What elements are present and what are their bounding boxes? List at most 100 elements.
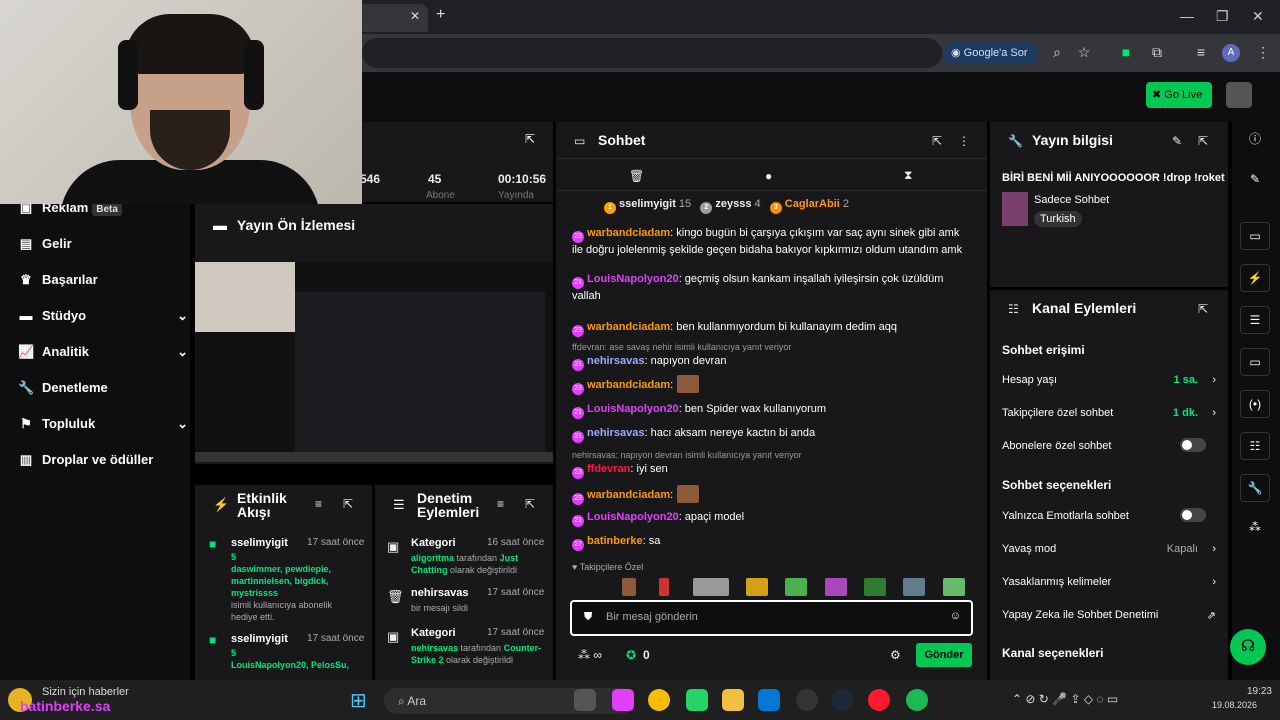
maximize-icon[interactable]: ❐ (1216, 8, 1229, 25)
edit-icon[interactable]: ✎ (1172, 134, 1182, 148)
nav-studyo[interactable]: ▬ Stüdyo ⌄ (18, 308, 189, 328)
close-tab-icon[interactable]: ✕ (410, 9, 420, 23)
pen-icon[interactable]: ✎ (1240, 166, 1270, 194)
stream-preview-image[interactable] (195, 262, 553, 462)
extension-icon[interactable]: ■ (1117, 44, 1135, 60)
popout-icon[interactable]: ⇱ (343, 497, 353, 511)
chat-username[interactable]: nehirsavas (587, 427, 644, 439)
opera-icon[interactable] (868, 689, 890, 711)
popout-icon[interactable]: ⇱ (525, 497, 535, 511)
profile-avatar[interactable]: A (1222, 44, 1240, 62)
address-field[interactable] (362, 38, 942, 68)
info-icon[interactable]: ⓘ (1240, 126, 1270, 154)
row-account-age[interactable]: Hesap yaşı 1 sa. › (1002, 374, 1216, 386)
nav-topluluk[interactable]: ⚑ Topluluk ⌄ (18, 416, 188, 436)
bookmark-star-icon[interactable]: ☆ (1075, 44, 1093, 61)
chat-menu-icon[interactable]: ⋮ (958, 134, 970, 148)
activity-user[interactable]: sselimyigit (231, 537, 288, 549)
chat-username[interactable]: warbandciadam (587, 379, 670, 391)
emote[interactable] (824, 578, 847, 596)
copilot-icon[interactable] (612, 689, 634, 711)
zoom-icon[interactable]: ⌕ (1048, 44, 1066, 61)
minimize-icon[interactable]: — (1180, 8, 1194, 24)
news-widget[interactable]: Sizin için haberler (42, 686, 129, 698)
chat-username[interactable]: LouisNapolyon20 (587, 273, 679, 285)
taskbar-search[interactable]: ⌕ Ara (384, 688, 634, 714)
nav-analitik[interactable]: 📈 Analitik ⌄ (18, 344, 188, 364)
top-chatter-name[interactable]: zeysss (715, 198, 751, 210)
chat-username[interactable]: nehirsavas (587, 355, 644, 367)
file-explorer-icon[interactable] (722, 689, 744, 711)
row-followers-only[interactable]: Takipçilere özel sohbet 1 dk. › (1002, 407, 1216, 419)
hourglass-icon[interactable]: ⧗ (904, 168, 912, 183)
extensions-puzzle-icon[interactable]: ⧉ (1148, 44, 1166, 61)
browser-menu-icon[interactable]: ⋮ (1254, 44, 1272, 61)
row-slow-mode[interactable]: Yavaş mod Kapalı › (1002, 543, 1216, 555)
chat-username[interactable]: warbandciadam (587, 321, 670, 333)
system-tray[interactable]: ⌃ ⊘ ↻ 🎤 ⇪ ◇ ◌ ▭ (1012, 692, 1202, 706)
row-banned-words[interactable]: Yasaklanmış kelimeler › (1002, 576, 1216, 588)
emote[interactable] (785, 578, 808, 596)
popout-icon[interactable]: ⇱ (1198, 134, 1208, 148)
close-window-icon[interactable]: ✕ (1252, 8, 1264, 25)
filter-icon[interactable]: ≡ (315, 497, 322, 511)
emoji-icon[interactable]: ☺ (950, 610, 961, 622)
chat-username[interactable]: ffdevran (587, 463, 630, 475)
spotify-icon[interactable] (906, 689, 928, 711)
subscribers-only-toggle[interactable] (1180, 438, 1206, 452)
filter-icon[interactable]: ≡ (497, 497, 504, 511)
google-ask-button[interactable]: ◉ Google'a Sor (943, 42, 1039, 64)
support-headset-icon[interactable]: ☊ (1230, 629, 1266, 665)
chat-username[interactable]: warbandciadam (587, 227, 670, 239)
top-chatter-name[interactable]: CaglarAbii (785, 198, 840, 210)
emote[interactable] (622, 578, 636, 596)
popout-icon[interactable]: ⇱ (525, 132, 535, 146)
community-icon[interactable]: ⁂ (1240, 514, 1270, 542)
emote[interactable] (864, 578, 887, 596)
activity-user[interactable]: sselimyigit (231, 633, 288, 645)
chat-username[interactable]: LouisNapolyon20 (587, 511, 679, 523)
chat-username[interactable]: LouisNapolyon20 (587, 403, 679, 415)
user-avatar[interactable] (1226, 82, 1252, 108)
nav-basarilar[interactable]: ♛ Başarılar (18, 272, 97, 292)
nav-denetleme[interactable]: 🔧 Denetleme (18, 380, 108, 400)
windows-start-icon[interactable]: ⊞ (350, 688, 367, 713)
emote[interactable] (746, 578, 769, 596)
send-button[interactable]: Gönder (916, 643, 972, 667)
emote[interactable] (659, 578, 670, 596)
bolt-icon[interactable]: ⚡ (1240, 264, 1270, 292)
whatsapp-icon[interactable] (686, 689, 708, 711)
emote[interactable] (903, 578, 926, 596)
nav-gelir[interactable]: ▤ Gelir (18, 236, 72, 256)
preview-icon[interactable]: ▭ (1240, 222, 1270, 250)
store-icon[interactable] (758, 689, 780, 711)
emote-only-toggle[interactable] (1180, 508, 1206, 522)
actions-icon[interactable]: ☷ (1240, 432, 1270, 460)
row-ai-moderation[interactable]: Yapay Zeka ile Sohbet Denetimi ⇗ (1002, 609, 1216, 622)
chat-icon[interactable]: ▭ (1240, 348, 1270, 376)
chat-emote[interactable] (677, 375, 700, 393)
nav-droplar[interactable]: ▥ Droplar ve ödüller (18, 452, 153, 472)
chat-bubble-icon[interactable]: ● (765, 169, 772, 183)
emote[interactable] (942, 578, 965, 596)
chat-input[interactable]: ⛊ Bir mesaj gönderin ☺ (570, 600, 973, 636)
broadcast-icon[interactable]: (•) (1240, 390, 1270, 418)
task-view-icon[interactable] (574, 689, 596, 711)
emote[interactable] (692, 578, 729, 596)
trash-icon[interactable]: 🗑 (629, 169, 644, 183)
community-icon[interactable]: ⁂ ∞ (578, 648, 602, 662)
popout-icon[interactable]: ⇱ (1198, 302, 1208, 316)
go-live-button[interactable]: ✖ Go Live (1146, 82, 1212, 108)
chat-emote[interactable] (677, 485, 700, 503)
top-chatter-name[interactable]: sselimyigit (619, 198, 676, 210)
wrench-icon[interactable]: 🔧 (1240, 474, 1270, 502)
steam-icon[interactable] (832, 689, 854, 711)
gear-icon[interactable]: ⚙ (890, 648, 901, 662)
chat-username[interactable]: warbandciadam (587, 489, 670, 501)
list-icon[interactable]: ☰ (1240, 306, 1270, 334)
media-control-icon[interactable]: ≡ (1192, 44, 1210, 60)
points-icon[interactable]: ✪ (626, 648, 636, 662)
popout-icon[interactable]: ⇱ (932, 134, 942, 148)
chat-username[interactable]: batinberke (587, 535, 643, 547)
new-tab-icon[interactable]: + (436, 6, 445, 24)
